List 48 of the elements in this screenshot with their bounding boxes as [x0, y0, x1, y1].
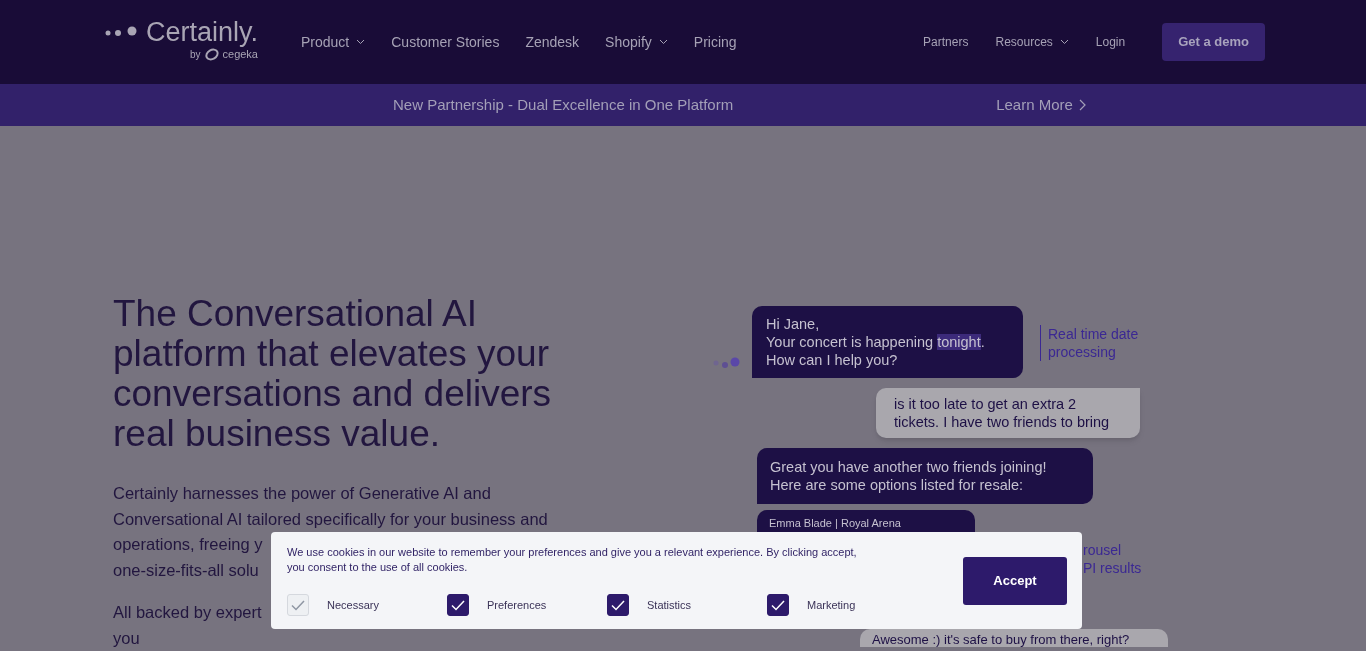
bot-message: Hi Jane, Your concert is happening tonight. How can I help you? [752, 306, 1023, 378]
hero-heading: The Conversational AI platform that elevates your conversations and delivers real business value. [113, 294, 553, 454]
user-message: is it too late to get an extra 2 tickets. I have two friends to bring [876, 388, 1140, 438]
bot-message: Great you have another two friends joining! Here are some options listed for resale: [757, 448, 1093, 504]
checkbox[interactable] [447, 594, 469, 616]
partner-logo-text: cegeka [222, 47, 258, 63]
nav-link[interactable]: Login [1095, 33, 1126, 51]
paragraph-line: operations, freeing y [113, 534, 263, 555]
event-card: Emma Blade | Royal Arena [757, 510, 975, 532]
swirl-icon [203, 48, 220, 61]
logo-dots-icon [104, 26, 138, 39]
checkbox[interactable] [607, 594, 629, 616]
checkmark-icon [291, 599, 305, 611]
paragraph-line: Certainly harnesses the power of Generative AI and [113, 483, 491, 504]
learn-more-link[interactable]: Learn More [996, 93, 1086, 117]
typing-dots-icon [712, 357, 740, 369]
checkbox-label: Necessary [327, 597, 379, 613]
checkmark-icon [451, 599, 465, 611]
checkmark-icon [771, 599, 785, 611]
chevron-down-icon [1059, 39, 1069, 45]
checkbox-label: Statistics [647, 597, 691, 613]
logo-byline: by [189, 48, 201, 62]
chevron-down-icon [356, 39, 366, 45]
checkbox-label: Marketing [807, 597, 856, 613]
cookie-notice-text: We use cookies in our website to remember your preferences and give you a relevant experience. By clicking accept, you consent to the use of all cookies. [287, 545, 858, 575]
nav-link[interactable]: Product [301, 31, 366, 53]
nav-link[interactable]: Partners [923, 33, 969, 51]
logo-wordmark[interactable]: Certainly. [145, 17, 258, 48]
nav-link[interactable]: Pricing [693, 31, 737, 53]
nav-link[interactable]: Resources [995, 33, 1069, 51]
paragraph-line: one-size-fits-all solu [113, 559, 259, 581]
checkmark-icon [611, 599, 625, 611]
paragraph-line: All backed by expert [113, 602, 262, 623]
nav-link[interactable]: Customer Stories [391, 31, 500, 53]
checkbox[interactable] [767, 594, 789, 616]
chevron-down-icon [658, 39, 668, 45]
checkbox-label: Preferences [487, 597, 547, 613]
user-message: Awesome :) it's safe to buy from there, right? [860, 629, 1168, 647]
nav-link[interactable]: Shopify [605, 31, 668, 53]
announcement-text: New Partnership - Dual Excellence in One Platform [393, 94, 734, 115]
feature-annotation: Real time date processing [1040, 325, 1139, 361]
feature-annotation: rousel PI results [1083, 541, 1143, 577]
demo-button[interactable]: Get a demo [1162, 23, 1265, 61]
nav-link[interactable]: Zendesk [525, 31, 580, 53]
accept-button[interactable]: Accept [963, 556, 1067, 605]
paragraph-line: Conversational AI tailored specifically for your business and [113, 508, 548, 530]
paragraph-line: you [113, 627, 140, 649]
chevron-right-icon [1078, 99, 1086, 111]
